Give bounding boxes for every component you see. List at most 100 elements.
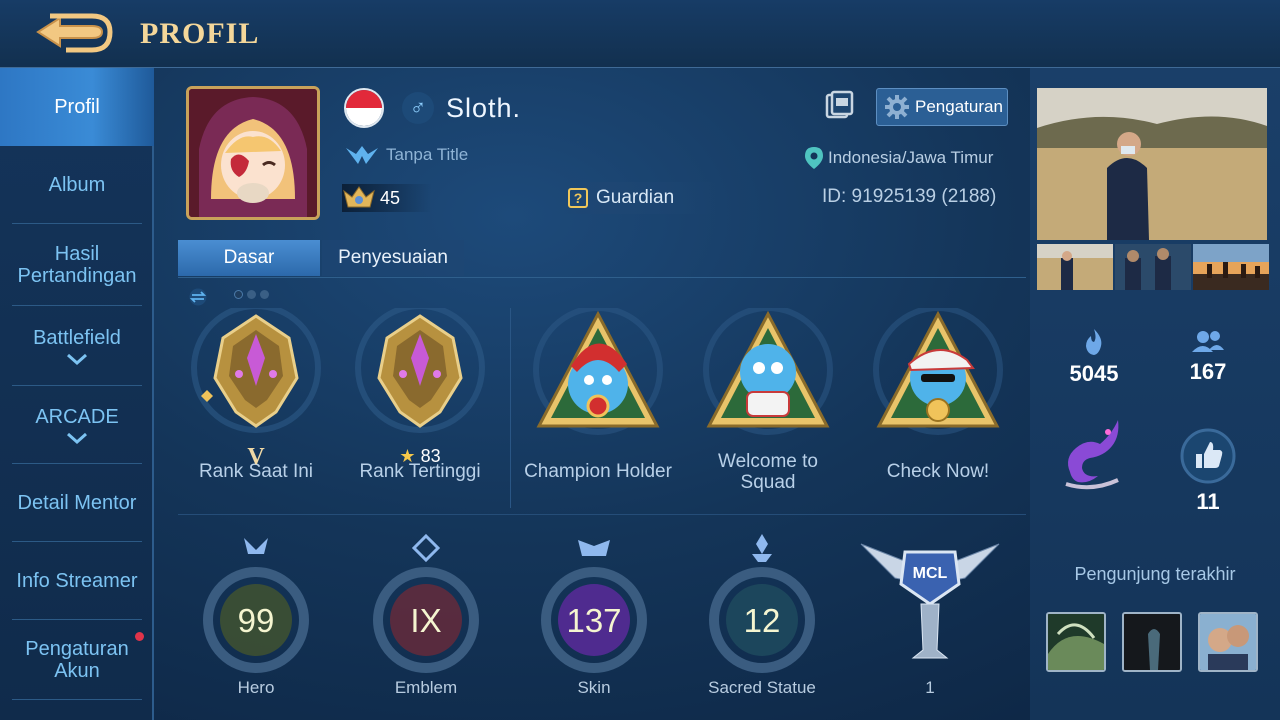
- sidebar-item-battlefield[interactable]: Battlefield: [0, 306, 154, 386]
- back-arrow-icon[interactable]: [30, 10, 114, 56]
- sidebar-item-label: Album: [48, 174, 106, 196]
- help-icon: ?: [568, 188, 588, 208]
- divider: [178, 514, 1026, 515]
- player-id: ID: 91925139 (2188): [822, 186, 997, 207]
- photo-image: [1037, 244, 1113, 290]
- achievement-check-now[interactable]: Check Now!: [858, 305, 1018, 482]
- rank-stars: ★ 83: [340, 446, 500, 467]
- thumbs-up-icon: [1180, 428, 1236, 484]
- popularity-value: 5045: [1069, 361, 1119, 386]
- album-photo-main[interactable]: [1037, 88, 1267, 240]
- tab-dasar[interactable]: Dasar: [178, 240, 320, 276]
- player-title[interactable]: Tanpa Title: [344, 144, 468, 166]
- swap-icon[interactable]: [188, 288, 208, 306]
- visitor-avatar[interactable]: [1122, 612, 1182, 672]
- album-thumbnail[interactable]: [1115, 244, 1191, 290]
- stat-sacred-statue[interactable]: 12 Sacred Statue: [692, 532, 832, 698]
- friends-icon: [1192, 331, 1224, 352]
- achievement-highest-rank[interactable]: ★ 83 Rank Tertinggi: [340, 303, 500, 482]
- male-gender-icon: ♂: [402, 92, 434, 124]
- sidebar-item-pengaturan-akun[interactable]: Pengaturan Akun: [0, 620, 154, 700]
- dragon-badge-icon[interactable]: [1060, 414, 1126, 490]
- sidebar-item-label: ARCADE: [35, 406, 119, 428]
- mythic-rank-icon: [355, 303, 485, 433]
- profile-tabs: Dasar Penyesuaian: [178, 240, 1026, 278]
- tab-penyesuaian[interactable]: Penyesuaian: [322, 240, 464, 276]
- title-text: Tanpa Title: [386, 145, 469, 164]
- album-thumbnail[interactable]: [1193, 244, 1269, 290]
- avatar[interactable]: [186, 86, 320, 220]
- achievement-welcome-squad[interactable]: Welcome to Squad: [688, 305, 848, 493]
- sidebar-item-detail-mentor[interactable]: Detail Mentor: [0, 464, 154, 542]
- avatar-image: [1048, 614, 1104, 670]
- star-icon: ★: [399, 446, 416, 466]
- title-wing-icon: [346, 146, 378, 164]
- map-pin-icon: [805, 147, 823, 169]
- level-value: 45: [380, 187, 401, 208]
- followers-value: 167: [1189, 359, 1227, 384]
- country-flag-icon: [344, 88, 384, 128]
- sidebar-item-label: Pengaturan Akun: [25, 638, 129, 682]
- album-thumbnail[interactable]: [1037, 244, 1113, 290]
- sidebar-item-album[interactable]: Album: [0, 146, 154, 224]
- sidebar-item-label: Info Streamer: [16, 570, 138, 592]
- id-card-icon[interactable]: [824, 90, 854, 120]
- sidebar: Profil Album Hasil Pertandingan Battlefi…: [0, 68, 154, 720]
- location: Indonesia/Jawa Timur: [804, 146, 993, 170]
- role-badge[interactable]: ? Guardian: [556, 182, 716, 214]
- achievement-champion-holder[interactable]: Champion Holder: [518, 305, 678, 482]
- sidebar-item-profil[interactable]: Profil: [0, 68, 154, 146]
- gear-icon: [885, 95, 909, 119]
- rank-tier: V: [247, 444, 265, 470]
- avatar-image: [1124, 614, 1180, 670]
- stat-skin[interactable]: 137 Skin: [524, 532, 664, 698]
- stat-value: 137: [566, 602, 622, 639]
- sidebar-item-label: Profil: [54, 96, 100, 118]
- star-count: 83: [420, 446, 441, 466]
- visitor-avatar[interactable]: [1046, 612, 1106, 672]
- right-panel: 5045 167 11 Pengunjung terakhir: [1030, 68, 1280, 720]
- achievement-label: Check Now!: [886, 461, 990, 482]
- hero-portrait-icon: [189, 89, 317, 217]
- sidebar-item-label: Detail Mentor: [17, 492, 137, 514]
- champion-mascot-icon: [533, 305, 663, 435]
- divider: [12, 699, 142, 700]
- mcl-trophy-icon: MCL: [860, 543, 1000, 659]
- likes-stat[interactable]: 11: [1168, 428, 1248, 515]
- achievement-label: Champion Holder: [524, 461, 672, 482]
- stat-mcl[interactable]: MCL 1: [860, 532, 1000, 698]
- sidebar-item-label: Battlefield: [33, 327, 121, 349]
- chevron-down-icon: [67, 353, 87, 365]
- chevron-down-icon: [67, 432, 87, 444]
- role-text: Guardian: [596, 187, 675, 208]
- sidebar-item-label: Hasil Pertandingan: [17, 243, 137, 287]
- sidebar-item-arcade[interactable]: ARCADE: [0, 386, 154, 464]
- visitor-avatar[interactable]: [1198, 612, 1258, 672]
- photo-image: [1193, 244, 1269, 290]
- level-badge-icon: [343, 186, 375, 208]
- avatar-image: [1200, 614, 1256, 670]
- location-text: Indonesia/Jawa Timur: [828, 148, 994, 167]
- stat-hero[interactable]: 99 Hero: [186, 532, 326, 698]
- sidebar-item-info-streamer[interactable]: Info Streamer: [0, 542, 154, 620]
- popularity-stat[interactable]: 5045: [1054, 328, 1134, 387]
- photo-image: [1037, 88, 1267, 240]
- stat-value: 12: [743, 602, 781, 639]
- header-bar: PROFIL: [0, 0, 1280, 68]
- squad-mascot-icon: [703, 305, 833, 435]
- mythic-rank-icon: [191, 303, 321, 433]
- stat-value: IX: [410, 602, 442, 639]
- achievement-current-rank[interactable]: V Rank Saat Ini: [176, 303, 336, 482]
- notification-dot: [135, 632, 144, 641]
- fire-icon: [1086, 329, 1102, 355]
- achievement-label: Welcome to Squad: [718, 451, 818, 493]
- settings-button[interactable]: Pengaturan: [876, 88, 1008, 126]
- sidebar-item-hasil-pertandingan[interactable]: Hasil Pertandingan: [0, 224, 154, 306]
- followers-stat[interactable]: 167: [1168, 328, 1248, 385]
- profile-main: ♂ Sloth. Tanpa Title 45 ? Guardian Penga…: [156, 68, 1028, 720]
- mcl-text: MCL: [913, 565, 948, 582]
- divider: [510, 308, 511, 508]
- stat-emblem[interactable]: IX Emblem: [356, 532, 496, 698]
- recent-visitors-label: Pengunjung terakhir: [1074, 564, 1236, 584]
- player-level: 45: [342, 184, 432, 212]
